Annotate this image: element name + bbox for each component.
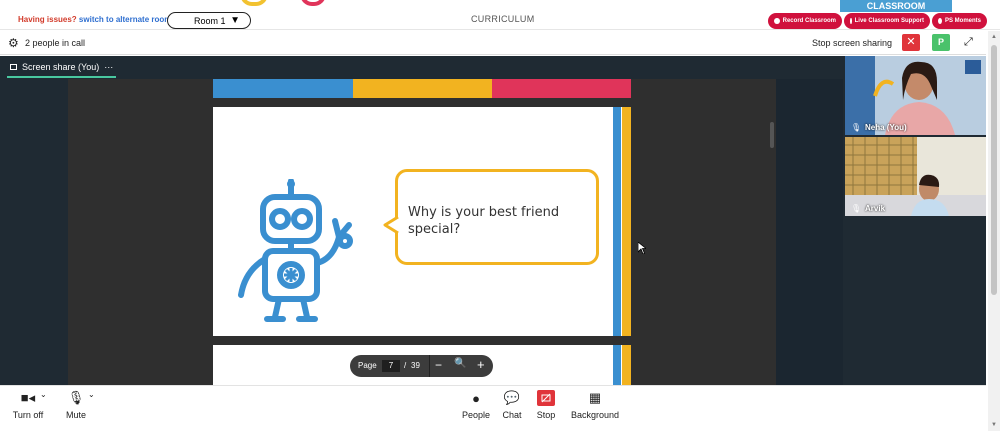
background-icon: ▦ — [588, 390, 602, 405]
screen-share-label: Screen share (You) — [22, 62, 100, 72]
viewer-margin — [776, 79, 843, 385]
background-label: Background — [570, 410, 620, 420]
divider — [429, 355, 430, 377]
robot-illustration — [238, 179, 353, 322]
record-label: Record Classroom — [782, 18, 836, 24]
issues-notice: Having issues? switch to alternate room — [18, 15, 171, 24]
slide-stripe-yellow — [622, 107, 631, 336]
background-button[interactable]: ▦ Background — [568, 386, 622, 432]
decorative-arc — [240, 0, 268, 6]
record-classroom-button[interactable]: Record Classroom — [768, 13, 842, 29]
slide-stripe-blue — [613, 107, 621, 336]
page-label: Page — [358, 361, 377, 370]
slide-question: Why is your best friend special? — [408, 204, 559, 238]
zoom-in-button[interactable]: + — [477, 357, 485, 372]
participant-tile[interactable]: 🎙 Arvik — [845, 137, 986, 216]
curriculum-label: CURRICULUM — [471, 14, 535, 24]
slide-question-line2: special? — [408, 222, 461, 237]
people-label: People — [461, 410, 491, 420]
slide-stripe-blue — [613, 345, 621, 385]
room-select[interactable]: Room 1 ▼ — [167, 12, 251, 29]
mute-button[interactable]: 🎙 Mute — [62, 386, 90, 432]
page-separator: / — [404, 361, 407, 370]
bottom-toolbar: ■◂ Turn off ⌄ 🎙 Mute ⌄ ● People 💬 Chat S… — [0, 385, 986, 431]
zoom-icon[interactable]: 🔍 — [454, 358, 466, 369]
expand-icon[interactable]: ⤢ — [964, 36, 973, 49]
scroll-down-icon[interactable]: ▼ — [991, 422, 997, 428]
scroll-up-icon[interactable]: ▲ — [991, 34, 997, 40]
support-icon — [850, 18, 852, 24]
chat-button[interactable]: 💬 Chat — [499, 386, 525, 432]
issues-text: Having issues? — [18, 15, 77, 24]
stop-label: Stop — [536, 410, 556, 420]
chat-label: Chat — [502, 410, 522, 420]
mute-label: Mute — [65, 410, 86, 420]
video-camera-icon: ■◂ — [20, 390, 36, 405]
speech-bubble: Why is your best friend special? — [395, 169, 599, 265]
gear-icon[interactable]: ⚙ — [8, 36, 19, 50]
chevron-down-icon[interactable]: ⌄ — [40, 390, 47, 399]
call-stage: Screen share (You) ··· Why is your best … — [0, 56, 986, 385]
monitor-icon — [10, 64, 17, 70]
microphone-icon: 🎙 — [67, 390, 85, 405]
share-header: Screen share (You) ··· — [0, 56, 843, 80]
page-controls: Page 7 / 39 − 🔍 + — [350, 355, 493, 377]
participant-name: Neha (You) — [865, 123, 907, 132]
moments-icon — [938, 18, 942, 24]
speech-bubble-tail — [383, 215, 399, 235]
zoom-out-button[interactable]: − — [435, 358, 442, 372]
more-options-icon[interactable]: ··· — [104, 62, 113, 72]
microphone-icon: 🎙 — [851, 123, 862, 132]
classroom-banner: CLASSROOM — [840, 0, 952, 12]
colorbar-yellow — [353, 79, 492, 98]
stop-sharing-label: Stop screen sharing — [812, 38, 893, 48]
people-count: 2 people in call — [25, 38, 86, 48]
slide-page: Why is your best friend special? — [213, 107, 631, 336]
people-button[interactable]: ● People — [459, 386, 493, 432]
chat-bubble-icon: 💬 — [503, 390, 521, 405]
total-pages: 39 — [411, 361, 420, 370]
record-icon — [774, 18, 780, 24]
profile-avatar[interactable]: P — [932, 34, 950, 51]
top-bar: Having issues? switch to alternate room … — [0, 0, 1000, 30]
decorative-arc — [300, 0, 326, 6]
caret-down-icon: ▼ — [230, 15, 240, 26]
person-icon: ● — [472, 390, 480, 406]
page-number-input[interactable]: 7 — [382, 360, 400, 372]
page-scrollbar[interactable]: ▲ ▼ — [988, 31, 1000, 431]
mouse-cursor-icon — [638, 242, 646, 254]
slide-stripe-yellow — [622, 345, 631, 385]
viewer-scrollbar[interactable] — [770, 122, 774, 148]
support-label: Live Classroom Support — [854, 18, 924, 24]
microphone-icon: 🎙 — [851, 204, 862, 213]
stop-sharing-close-button[interactable]: ✕ — [902, 34, 920, 51]
moments-label: PS Moments — [944, 18, 981, 24]
colorbar-blue — [213, 79, 353, 98]
participant-name: Arvik — [865, 204, 886, 213]
alternate-room-link[interactable]: switch to alternate room — [79, 15, 171, 24]
stop-share-icon — [537, 386, 555, 410]
colorbar-red — [492, 79, 631, 98]
room-label: Room 1 — [194, 15, 226, 26]
ps-moments-button[interactable]: PS Moments — [932, 13, 987, 29]
live-support-button[interactable]: Live Classroom Support — [844, 13, 930, 29]
participant-tile[interactable]: 🎙 Neha (You) — [845, 56, 986, 135]
turn-off-label: Turn off — [12, 410, 44, 420]
stop-sharing-button[interactable]: Stop — [533, 386, 559, 432]
scrollbar-thumb[interactable] — [991, 45, 997, 295]
screen-share-tab[interactable]: Screen share (You) ··· — [7, 60, 117, 78]
chevron-down-icon[interactable]: ⌄ — [88, 390, 95, 399]
call-header: ⚙ 2 people in call Stop screen sharing ✕… — [0, 31, 986, 55]
slide-question-line1: Why is your best friend — [408, 205, 560, 220]
